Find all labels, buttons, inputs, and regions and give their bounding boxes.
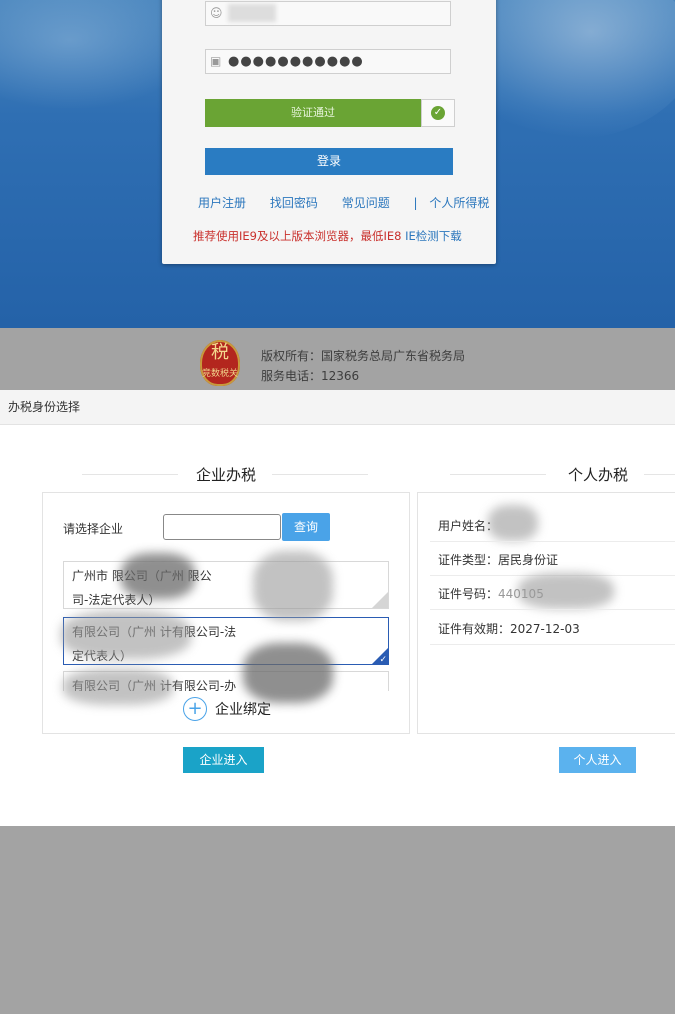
query-button[interactable]: 查询 [282,513,330,541]
check-icon: ✓ [379,655,387,665]
identity-select-dialog: 办税身份选择 企业办税 个人办税 请选择企业 查询 广州市 限公司（广州 限公 … [0,390,675,826]
title-divider [450,474,546,475]
ie-check-download-link[interactable]: IE检测下载 [405,229,462,243]
lock-icon: ▣ [210,54,222,68]
redaction-blur [518,573,614,609]
enterprise-search-input[interactable] [163,514,281,540]
company-list-item[interactable]: 广州市 限公司（广州 限公 司-法定代表人） [63,561,389,609]
faq-link[interactable]: 常见问题 [342,196,390,210]
login-links: 用户注册 找回密码 常见问题 | 个人所得税 [198,194,498,211]
service-phone: 服务电话：12366 [261,369,360,383]
id-type-value: 居民身份证 [498,553,559,567]
copyright-text: 版权所有：国家税务总局广东省税务局 [261,349,466,363]
row-divider [430,609,675,610]
password-mask: ●●●●●●●●●●● [228,54,364,69]
row-divider [430,644,675,645]
user-icon: ☺ [210,6,223,20]
personal-panel: 用户姓名： 证件类型：居民身份证 证件号码：440105 证件有效期：2027-… [417,492,675,734]
check-circle-icon: ✓ [431,106,445,120]
title-divider [644,474,675,475]
enterprise-enter-button[interactable]: 企业进入 [183,747,264,773]
login-hero-background: ☺ ▣ ●●●●●●●●●●● 验证通过 ✓ 登录 用户注册 找回密码 常见问题… [0,0,675,328]
user-name-row: 用户姓名： [438,517,675,534]
username-redacted [228,4,276,22]
id-type-row: 证件类型：居民身份证 [438,551,675,568]
personal-tax-link[interactable]: 个人所得税 [429,196,489,210]
enterprise-section-title: 企业办税 [196,466,257,484]
verify-status: ✓ [421,99,455,127]
recover-password-link[interactable]: 找回密码 [270,196,318,210]
redaction-blur [488,505,538,541]
personal-section-title: 个人办税 [568,466,629,484]
dialog-title: 办税身份选择 [0,390,675,425]
id-number-label: 证件号码： [438,587,499,601]
validity-value: 2027-12-03 [510,622,580,636]
bind-enterprise-button[interactable]: + 企业绑定 [183,697,271,723]
select-enterprise-label: 请选择企业 [63,522,124,536]
bind-enterprise-label: 企业绑定 [215,702,271,718]
username-field[interactable]: ☺ [205,1,451,26]
validity-label: 证件有效期： [438,622,511,636]
redaction-blur [253,551,333,621]
selection-corner [372,592,388,608]
title-divider [82,474,178,475]
link-separator: | [413,196,418,210]
register-link[interactable]: 用户注册 [198,196,246,210]
tax-emblem-logo: 税 竞数税关 [200,340,240,386]
login-card: ☺ ▣ ●●●●●●●●●●● 验证通过 ✓ 登录 用户注册 找回密码 常见问题… [162,0,496,264]
redaction-blur [121,553,195,599]
plus-circle-icon: + [183,697,207,721]
browser-tip-text: 推荐使用IE9及以上版本浏览器，最低IE8 [193,229,402,243]
validity-row: 证件有效期：2027-12-03 [438,620,675,637]
enterprise-panel: 请选择企业 查询 广州市 限公司（广州 限公 司-法定代表人） 有限公司（广州 … [42,492,410,734]
redaction-blur [243,643,333,703]
footer-info: 版权所有：国家税务总局广东省税务局 服务电话：12366 [261,346,465,386]
company-role: 司-法定代表人） [72,593,161,607]
redaction-blur [63,669,173,705]
verify-slider[interactable]: 验证通过 [205,99,421,127]
title-divider [272,474,368,475]
redaction-blur [61,611,191,659]
login-button[interactable]: 登录 [205,148,453,175]
row-divider [430,541,675,542]
browser-tip: 推荐使用IE9及以上版本浏览器，最低IE8 IE检测下载 [193,228,462,244]
password-field[interactable]: ▣ ●●●●●●●●●●● [205,49,451,74]
id-type-label: 证件类型： [438,553,499,567]
personal-enter-button[interactable]: 个人进入 [559,747,636,773]
page-footer: 税 竞数税关 版权所有：国家税务总局广东省税务局 服务电话：12366 [0,328,675,390]
company-name: 广州市 限公司（广州 限公 [72,569,212,583]
